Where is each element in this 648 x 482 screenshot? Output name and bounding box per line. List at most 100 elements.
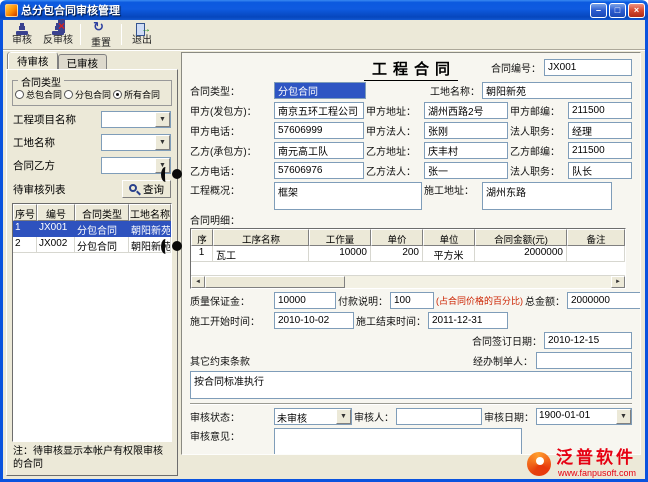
form-title-row: 工程合同 合同编号： JX001 [190,57,632,79]
review-date-label: 审核日期： [484,409,534,424]
app-icon [5,4,18,17]
titlebar[interactable]: 总分包合同审核管理 – □ × [0,0,648,20]
brand-url: www.fanpusoft.com [558,468,636,478]
party-a-legal-field[interactable]: 张刚 [424,122,508,139]
party-b-legal-field[interactable]: 张一 [424,162,508,179]
dropdown-value [102,112,155,127]
sign-date-field[interactable]: 2010-12-15 [544,332,632,349]
filter-site-row: 工地名称 ▼ [13,134,171,151]
chevron-down-icon[interactable]: ▼ [155,135,170,150]
project-name-dropdown[interactable]: ▼ [101,111,171,128]
table-row[interactable]: 2 JX002 分包合同 朝阳新苑 [13,237,171,253]
contract-no-label: 合同编号： [491,60,541,75]
party-a-duty-field[interactable]: 经理 [568,122,632,139]
party-a-addr-field[interactable]: 湖州西路2号 [424,102,508,119]
start-date-field[interactable]: 2010-10-02 [274,312,354,329]
row-contract-type: 合同类型： 分包合同 工地名称： 朝阳新苑 [190,82,632,99]
scrollbar-thumb[interactable] [205,276,345,288]
audit-stamp-icon [14,23,30,30]
sidebar: 待审核 已审核 合同类型 总包合同 分包合同 [6,52,178,476]
reset-button[interactable]: ↻ 重置 [84,21,118,48]
detail-col-amount: 合同金额(元) [475,229,567,246]
pending-list-header-row: 待审核列表 查询 [13,180,171,198]
site-field[interactable]: 朝阳新苑 [482,82,632,99]
party-a-legal-label: 甲方法人： [366,123,422,138]
review-date-value: 1900-01-01 [537,409,616,424]
review-status-dropdown[interactable]: 未审核 ▼ [274,408,352,425]
dropdown-value [102,158,155,173]
reviewer-label: 审核人： [354,409,394,424]
toolbar-separator [80,24,81,45]
unaudit-stamp-icon: × [50,23,66,30]
party-a-duty-label: 法人职务： [510,123,566,138]
exit-button[interactable]: → 退出 [125,21,159,48]
payment-field[interactable]: 100 [390,292,434,309]
detail-cell-process: 瓦工 [213,246,309,262]
minimize-button[interactable]: – [590,3,607,18]
maximize-button[interactable]: □ [609,3,626,18]
row-party-a-1: 甲方(发包方)： 南京五环工程公司 甲方地址： 湖州西路2号 甲方邮编： 211… [190,102,632,119]
detail-col-unit: 单位 [423,229,475,246]
payment-note: (占合同价格的百分比) [436,294,523,307]
radio-sub-contract[interactable]: 分包合同 [64,88,111,101]
scroll-left-icon[interactable]: ◄ [191,276,205,288]
chevron-down-icon[interactable]: ▼ [336,409,351,424]
review-date-picker[interactable]: 1900-01-01 ▼ [536,408,632,425]
site-name-dropdown[interactable]: ▼ [101,134,171,151]
audit-button[interactable]: 审核 [5,21,39,48]
contract-detail-grid: 序 工序名称 工作量 单价 单位 合同金额(元) 备注 1 瓦工 10000 2… [190,228,626,289]
total-field[interactable]: 2000000 [567,292,641,309]
scrollbar-track[interactable] [345,276,611,288]
search-button[interactable]: 查询 [122,180,171,198]
party-b-addr-label: 乙方地址： [366,143,422,158]
sidebar-note: 注：待审核显示本帐户有权限审核的合同 [13,446,171,471]
column-header-no: 序号 [13,204,37,221]
overview-textarea[interactable]: 框架 [274,182,422,210]
exit-door-icon: → [134,23,150,30]
contract-no-field[interactable]: JX001 [544,59,632,76]
scroll-right-icon[interactable]: ► [611,276,625,288]
radio-all-contracts[interactable]: 所有合同 [113,88,160,101]
detail-row[interactable]: 1 瓦工 10000 200 平方米 2000000 [191,246,625,262]
detail-label: 合同明细： [190,212,632,227]
reset-icon: ↻ [93,20,109,33]
contract-type-field[interactable]: 分包合同 [274,82,366,99]
party-b-tel-field[interactable]: 57606976 [274,162,364,179]
column-header-site: 工地名称 [129,204,171,221]
radio-icon [15,90,24,99]
party-a-tel-field[interactable]: 57606999 [274,122,364,139]
maker-field[interactable] [536,352,632,369]
deposit-field[interactable]: 10000 [274,292,336,309]
close-button[interactable]: × [628,3,645,18]
party-b-addr-field[interactable]: 庆丰村 [424,142,508,159]
detail-horizontal-scrollbar[interactable]: ◄ ► [191,275,625,288]
overlay-marker-icon [161,238,189,254]
site-addr-textarea[interactable]: 湖州东路 [482,182,612,210]
tab-pending-audit[interactable]: 待审核 [8,52,58,69]
review-opinion-textarea[interactable] [274,428,522,455]
party-b-zip-field[interactable]: 211500 [568,142,632,159]
party-a-zip-label: 甲方邮编： [510,103,566,118]
end-date-field[interactable]: 2011-12-31 [428,312,508,329]
detail-header-row: 序 工序名称 工作量 单价 单位 合同金额(元) 备注 [191,229,625,246]
search-icon [129,184,140,195]
table-row-selected[interactable]: 1 JX001 分包合同 朝阳新苑 [13,221,171,237]
party-a-name-field[interactable]: 南京五环工程公司 [274,102,364,119]
party-b-duty-field[interactable]: 队长 [568,162,632,179]
party-b-name-field[interactable]: 南元高工队 [274,142,364,159]
reviewer-field[interactable] [396,408,482,425]
radio-general-contract[interactable]: 总包合同 [15,88,62,101]
start-date-label: 施工开始时间： [190,313,272,328]
detail-col-remark: 备注 [567,229,625,246]
cell-no: 2 [13,237,37,253]
chevron-down-icon[interactable]: ▼ [616,409,631,424]
column-header-type: 合同类型 [75,204,129,221]
window-controls: – □ × [590,3,645,18]
unaudit-button[interactable]: × 反审核 [39,21,77,48]
other-terms-textarea[interactable]: 按合同标准执行 [190,371,632,399]
party-a-zip-field[interactable]: 211500 [568,102,632,119]
fanpu-logo-icon [527,452,551,476]
chevron-down-icon[interactable]: ▼ [155,112,170,127]
divider [190,403,632,405]
reset-button-label: 重置 [91,34,111,49]
